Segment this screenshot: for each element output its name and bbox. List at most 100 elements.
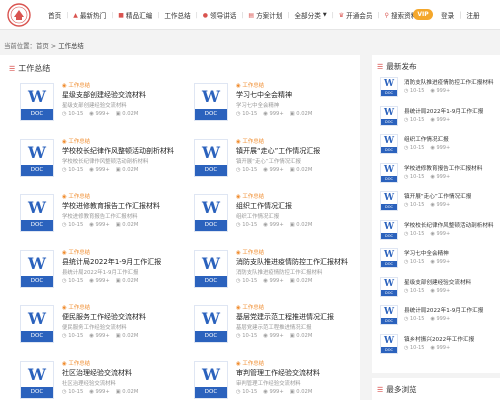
doc-date: 10-15 <box>68 277 84 284</box>
doc-title[interactable]: 学校进修教育报告工作汇报材料 <box>62 201 174 211</box>
category-tag[interactable]: ◉ 工作总结 <box>236 359 264 367</box>
doc-card[interactable]: W DOC ◉ 工作总结 基层党建示范工程推进情况汇报 基层党建示范工程推进情况汇报 ◷ … <box>184 303 349 351</box>
category-tag[interactable]: ◉ 工作总结 <box>62 248 90 256</box>
sidebar-item-title[interactable]: 县统计局2022年1-9月工作汇报 <box>404 306 498 314</box>
category-tag[interactable]: ◉ 工作总结 <box>236 192 264 200</box>
sidebar-item-title[interactable]: 学校校长纪律作风整顿活动剖析材料 <box>404 221 498 229</box>
nav-summary[interactable]: 工作总结 <box>164 10 190 20</box>
doc-subtitle: 星级支部创建经验交流材料 <box>62 103 127 109</box>
doc-title[interactable]: 学习七中全会精神 <box>236 90 348 100</box>
word-doc-icon[interactable]: W DOC <box>194 138 228 177</box>
doc-card[interactable]: W DOC ◉ 工作总结 县统计局2022年1-9月工作汇报 县统计局2022年1-9月… <box>10 248 175 296</box>
word-doc-icon[interactable]: W DOC <box>20 249 54 288</box>
category-tag[interactable]: ◉ 工作总结 <box>62 359 90 367</box>
doc-title[interactable]: 组织工作情况汇报 <box>236 201 348 211</box>
sidebar-item-title[interactable]: 学校进修教育报告工作汇报材料 <box>404 164 498 172</box>
nav-home[interactable]: 首页 <box>48 10 61 20</box>
sidebar-list-item[interactable]: W DOC 学校进修教育报告工作汇报材料 ◷ 10-15 ◉ 999+ <box>380 162 498 185</box>
sidebar-item-title[interactable]: 镇乡村振兴2022年工作汇报 <box>404 335 498 343</box>
doc-size: 0.02M <box>296 222 313 228</box>
nav-divider: | <box>377 11 380 19</box>
category-tag[interactable]: ◉ 工作总结 <box>236 303 264 311</box>
category-tag[interactable]: ◉ 工作总结 <box>236 248 264 256</box>
doc-card[interactable]: W DOC ◉ 工作总结 学习七中全会精神 学习七中全会精神 ◷ 10-15 ◉ 999+ ▣… <box>184 81 349 129</box>
doc-card[interactable]: W DOC ◉ 工作总结 学校校长纪律作风整顿活动剖析材料 学校校长纪律作风整顿活动剖析… <box>10 137 175 185</box>
doc-title[interactable]: 县统计局2022年1-9月工作汇报 <box>62 257 174 267</box>
word-doc-icon: W DOC <box>380 191 398 211</box>
category-tag[interactable]: ◉ 工作总结 <box>62 192 90 200</box>
doc-title[interactable]: 学校校长纪律作风整顿活动剖析材料 <box>62 146 174 156</box>
sidebar-list-item[interactable]: W DOC 消防支队推进疫情防控工作汇报材料 ◷ 10-15 ◉ 999+ <box>380 77 498 99</box>
breadcrumb-home[interactable]: 首页 <box>36 42 49 50</box>
nav-hot[interactable]: ▲ 最新热门 <box>73 10 106 21</box>
nav-collection[interactable]: ■ 精品汇编 <box>118 10 152 21</box>
sidebar-list-item[interactable]: W DOC 星级支部创建经验交流材料 ◷ 10-15 ◉ 999+ <box>380 276 498 299</box>
sidebar-list-item[interactable]: W DOC 县统计局2022年1-9月工作汇报 ◷ 10-15 ◉ 999+ <box>380 305 498 327</box>
word-doc-icon[interactable]: W DOC <box>20 194 54 232</box>
word-doc-icon[interactable]: W DOC <box>194 249 228 288</box>
doc-title[interactable]: 镇开展“走心”工作情况汇报 <box>236 146 348 156</box>
open-member-link[interactable]: ♛ 开通会员 <box>339 10 373 21</box>
login-link[interactable]: 登录 <box>441 10 454 20</box>
doc-title[interactable]: 社区治理经验交流材料 <box>62 368 174 378</box>
category-tag[interactable]: ◉ 工作总结 <box>236 81 264 89</box>
sidebar-list-item[interactable]: W DOC 学校校长纪律作风整顿活动剖析材料 ◷ 10-15 ◉ 999+ <box>380 219 498 242</box>
sidebar-item-title[interactable]: 镇开展“走心”工作情况汇报 <box>404 192 498 200</box>
nav-plan[interactable]: ▤ 方案计划 <box>248 10 282 21</box>
doc-size: 0.02M <box>296 388 313 395</box>
doc-title[interactable]: 基层党建示范工程推进情况汇报 <box>236 312 348 322</box>
sidebar-list-item[interactable]: W DOC 镇乡村振兴2022年工作汇报 ◷ 10-15 ◉ 999+ <box>380 333 498 356</box>
doc-card[interactable]: W DOC ◉ 工作总结 学校进修教育报告工作汇报材料 学校进修教育报告工作汇报材料 ◷ … <box>10 192 175 240</box>
sidebar-item-title[interactable]: 学习七中全会精神 <box>404 249 498 257</box>
doc-card[interactable]: W DOC ◉ 工作总结 镇开展“走心”工作情况汇报 镇开展“走心”工作情况汇报 ◷ 10… <box>184 137 349 185</box>
sidebar-item-title[interactable]: 县统计局2022年1-9月工作汇报 <box>404 107 498 115</box>
word-doc-icon[interactable]: W DOC <box>20 360 54 399</box>
doc-meta: ◷ 10-15 ◉ 999+ ▣ 0.02M <box>236 111 312 117</box>
eye-icon: ◉ 999+ <box>430 316 451 322</box>
search-icon: ⚲ <box>384 11 389 19</box>
nav-speech[interactable]: ● 领导讲话 <box>202 10 237 21</box>
doc-title[interactable]: 消防支队推进疫情防控工作汇报材料 <box>236 257 348 267</box>
word-doc-icon[interactable]: W DOC <box>20 305 54 343</box>
word-doc-icon[interactable]: W DOC <box>194 83 228 121</box>
category-tag[interactable]: ◉ 工作总结 <box>62 81 90 89</box>
word-doc-icon[interactable]: W DOC <box>20 83 54 121</box>
nav-all-categories[interactable]: 全部分类 ▼ <box>294 10 326 20</box>
sidebar-list-item[interactable]: W DOC 学习七中全会精神 ◷ 10-15 ◉ 999+ <box>380 248 498 270</box>
sidebar-list-item[interactable]: W DOC 组织工作情况汇报 ◷ 10-15 ◉ 999+ <box>380 134 498 156</box>
doc-title[interactable]: 便民服务工作经验交流材料 <box>62 312 174 322</box>
sidebar-item-title[interactable]: 消防支队推进疫情防控工作汇报材料 <box>404 78 498 86</box>
sidebar-list-item[interactable]: W DOC 县统计局2022年1-9月工作汇报 ◷ 10-15 ◉ 999+ <box>380 105 498 128</box>
vip-badge[interactable]: VIP <box>413 9 433 20</box>
doc-card[interactable]: W DOC ◉ 工作总结 社区治理经验交流材料 社区治理经验交流材料 ◷ 10-15 ◉ 9… <box>10 359 175 400</box>
doc-band: DOC <box>21 275 53 287</box>
word-doc-icon[interactable]: W DOC <box>194 360 228 399</box>
doc-card[interactable]: W DOC ◉ 工作总结 便民服务工作经验交流材料 便民服务工作经验交流材料 ◷ 10-1… <box>10 303 175 351</box>
sidebar-item-title[interactable]: 星级支部创建经验交流材料 <box>404 278 498 286</box>
sidebar-list-item[interactable]: W DOC 镇开展“走心”工作情况汇报 ◷ 10-15 ◉ 999+ <box>380 191 498 213</box>
category-tag[interactable]: ◉ 工作总结 <box>62 137 90 145</box>
word-doc-icon[interactable]: W DOC <box>194 194 228 232</box>
most-viewed-title-text: 最多浏览 <box>386 385 417 394</box>
word-doc-icon[interactable]: W DOC <box>20 138 54 177</box>
category-tag[interactable]: ◉ 工作总结 <box>236 137 264 145</box>
category-tag[interactable]: ◉ 工作总结 <box>62 303 90 311</box>
doc-subtitle: 审判管理工作经验交流材料 <box>236 380 301 387</box>
doc-title[interactable]: 审判管理工作经验交流材料 <box>236 368 348 378</box>
breadcrumb: 当前位置：首页 > 工作总结 <box>4 41 84 50</box>
word-doc-icon[interactable]: W DOC <box>194 305 228 343</box>
doc-band: DOC <box>381 289 397 296</box>
doc-title[interactable]: 星级支部创建经验交流材料 <box>62 90 174 100</box>
mic-icon: ● <box>202 11 208 19</box>
doc-card[interactable]: W DOC ◉ 工作总结 审判管理工作经验交流材料 审判管理工作经验交流材料 ◷ 10-1… <box>184 359 349 400</box>
eye-icon: ◉ 999+ <box>263 277 284 284</box>
clock-icon: ◷ 10-15 <box>404 287 425 294</box>
doc-card[interactable]: W DOC ◉ 工作总结 组织工作情况汇报 组织工作情况汇报 ◷ 10-15 ◉ 999+ ▣… <box>184 192 349 240</box>
doc-meta: ◷ 10-15 ◉ 999+ ▣ 0.02M <box>236 333 312 339</box>
doc-size: 0.02M <box>122 277 139 284</box>
school-crest-icon[interactable] <box>7 3 31 27</box>
doc-card[interactable]: W DOC ◉ 工作总结 星级支部创建经验交流材料 星级支部创建经验交流材料 ◷ 10-1… <box>10 81 175 129</box>
register-link[interactable]: 注册 <box>466 10 479 20</box>
doc-card[interactable]: W DOC ◉ 工作总结 消防支队推进疫情防控工作汇报材料 消防支队推进疫情防控工作汇报… <box>184 248 349 296</box>
sidebar-item-title[interactable]: 组织工作情况汇报 <box>404 135 498 143</box>
